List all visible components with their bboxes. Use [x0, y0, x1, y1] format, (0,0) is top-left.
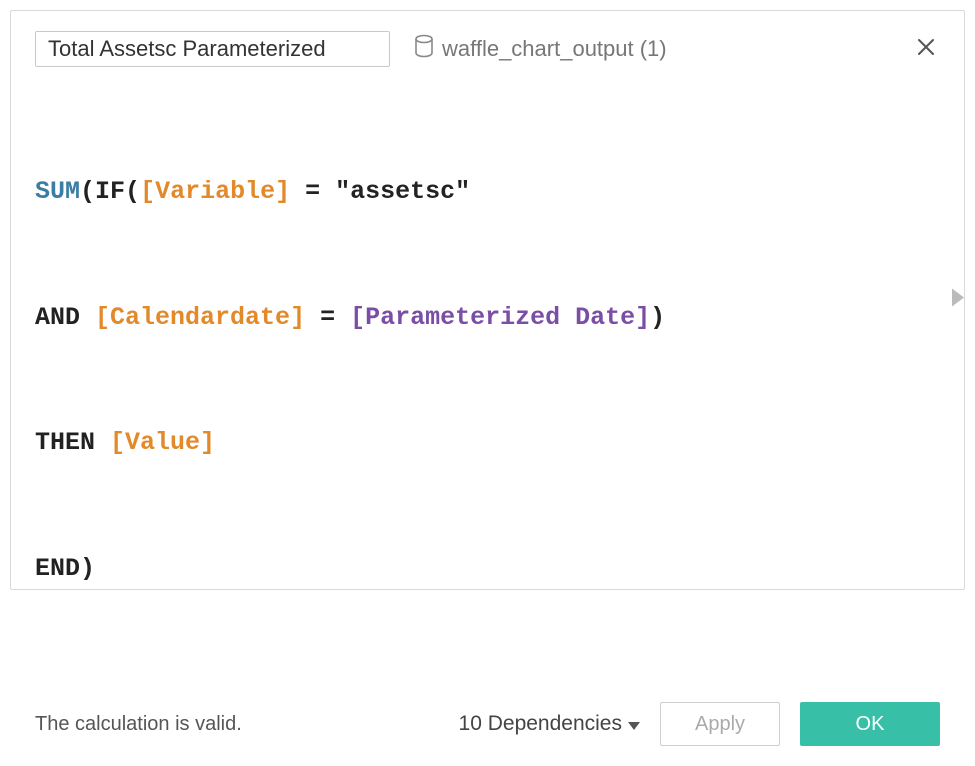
- formula-line-3: THEN [Value]: [35, 427, 940, 460]
- token-field: [Value]: [110, 428, 215, 457]
- token-keyword: AND: [35, 303, 80, 332]
- token-function: SUM: [35, 177, 80, 206]
- ok-button[interactable]: OK: [800, 702, 940, 746]
- dialog-footer: The calculation is valid. 10 Dependencie…: [11, 688, 964, 766]
- token-parameter: [Parameterized Date]: [350, 303, 650, 332]
- calculated-field-dialog: waffle_chart_output (1) SUM(IF([Variable…: [10, 10, 965, 590]
- token-field: [Calendardate]: [95, 303, 305, 332]
- token-keyword: THEN: [35, 428, 95, 457]
- validation-status: The calculation is valid.: [35, 713, 242, 736]
- datasource-icon: [414, 34, 434, 64]
- datasource-label: waffle_chart_output (1): [442, 36, 667, 62]
- chevron-right-icon: [950, 296, 966, 313]
- expand-handle[interactable]: [950, 287, 966, 314]
- token-keyword: END: [35, 554, 80, 583]
- formula-line-2: AND [Calendardate] = [Parameterized Date…: [35, 302, 940, 335]
- token-string: "assetsc": [335, 177, 470, 206]
- chevron-down-icon: [628, 712, 640, 736]
- token-keyword: IF: [95, 177, 125, 206]
- dependencies-dropdown[interactable]: 10 Dependencies: [459, 712, 640, 736]
- formula-line-4: END): [35, 553, 940, 586]
- datasource-indicator[interactable]: waffle_chart_output (1): [414, 34, 667, 64]
- apply-button[interactable]: Apply: [660, 702, 780, 746]
- close-button[interactable]: [912, 35, 940, 63]
- dialog-header: waffle_chart_output (1): [11, 11, 964, 85]
- calculation-name-input[interactable]: [35, 31, 390, 67]
- close-icon: [916, 37, 936, 62]
- formula-line-1: SUM(IF([Variable] = "assetsc": [35, 176, 940, 209]
- formula-editor[interactable]: SUM(IF([Variable] = "assetsc" AND [Calen…: [11, 85, 964, 688]
- dependencies-label: 10 Dependencies: [459, 712, 622, 736]
- token-field: [Variable]: [140, 177, 290, 206]
